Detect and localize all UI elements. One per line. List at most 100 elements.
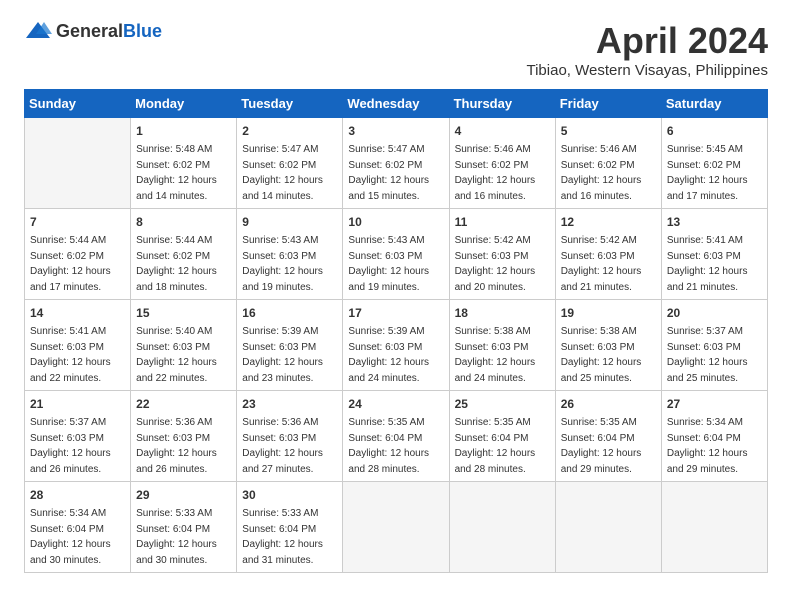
day-number: 20	[667, 304, 762, 322]
calendar-cell: 15 Sunrise: 5:40 AMSunset: 6:03 PMDayligh…	[131, 300, 237, 391]
calendar-cell	[25, 118, 131, 209]
day-info: Sunrise: 5:34 AMSunset: 6:04 PMDaylight:…	[30, 506, 125, 568]
calendar-cell: 4 Sunrise: 5:46 AMSunset: 6:02 PMDaylight…	[449, 118, 555, 209]
day-info: Sunrise: 5:45 AMSunset: 6:02 PMDaylight:…	[667, 142, 762, 204]
calendar-week-row: 1 Sunrise: 5:48 AMSunset: 6:02 PMDaylight…	[25, 118, 768, 209]
day-number: 18	[455, 304, 550, 322]
day-number: 2	[242, 122, 337, 140]
day-info: Sunrise: 5:39 AMSunset: 6:03 PMDaylight:…	[242, 324, 337, 386]
day-info: Sunrise: 5:46 AMSunset: 6:02 PMDaylight:…	[561, 142, 656, 204]
calendar-cell: 18Sunrise: 5:38 AMSunset: 6:03 PMDayligh…	[449, 300, 555, 391]
day-info: Sunrise: 5:44 AMSunset: 6:02 PMDaylight:…	[30, 233, 125, 295]
day-info: Sunrise: 5:43 AMSunset: 6:03 PMDaylight:…	[242, 233, 337, 295]
calendar-cell: 14Sunrise: 5:41 AMSunset: 6:03 PMDayligh…	[25, 300, 131, 391]
day-info: Sunrise: 5:36 AMSunset: 6:03 PMDaylight:…	[136, 415, 231, 477]
calendar-cell: 1 Sunrise: 5:48 AMSunset: 6:02 PMDaylight…	[131, 118, 237, 209]
day-number: 4	[455, 122, 550, 140]
day-info: Sunrise: 5:44 AMSunset: 6:02 PMDaylight:…	[136, 233, 231, 295]
calendar-cell: 16 Sunrise: 5:39 AMSunset: 6:03 PMDayligh…	[237, 300, 343, 391]
calendar-cell: 19 Sunrise: 5:38 AMSunset: 6:03 PMDayligh…	[555, 300, 661, 391]
day-number: 24	[348, 395, 443, 413]
calendar-cell: 27 Sunrise: 5:34 AMSunset: 6:04 PMDayligh…	[661, 391, 767, 482]
calendar-cell	[449, 482, 555, 573]
day-number: 23	[242, 395, 337, 413]
weekday-header-tuesday: Tuesday	[237, 90, 343, 118]
day-number: 29	[136, 486, 231, 504]
day-info: Sunrise: 5:36 AMSunset: 6:03 PMDaylight:…	[242, 415, 337, 477]
day-info: Sunrise: 5:42 AMSunset: 6:03 PMDaylight:…	[455, 233, 550, 295]
day-info: Sunrise: 5:35 AMSunset: 6:04 PMDaylight:…	[455, 415, 550, 477]
day-number: 22	[136, 395, 231, 413]
calendar-body: 1 Sunrise: 5:48 AMSunset: 6:02 PMDaylight…	[25, 118, 768, 573]
calendar-cell: 17 Sunrise: 5:39 AMSunset: 6:03 PMDayligh…	[343, 300, 449, 391]
day-info: Sunrise: 5:42 AMSunset: 6:03 PMDaylight:…	[561, 233, 656, 295]
day-info: Sunrise: 5:34 AMSunset: 6:04 PMDaylight:…	[667, 415, 762, 477]
day-info: Sunrise: 5:47 AMSunset: 6:02 PMDaylight:…	[242, 142, 337, 204]
day-number: 26	[561, 395, 656, 413]
calendar-week-row: 7 Sunrise: 5:44 AMSunset: 6:02 PMDaylight…	[25, 209, 768, 300]
weekday-header-friday: Friday	[555, 90, 661, 118]
day-info: Sunrise: 5:43 AMSunset: 6:03 PMDaylight:…	[348, 233, 443, 295]
day-number: 15	[136, 304, 231, 322]
day-number: 10	[348, 213, 443, 231]
calendar-cell: 13Sunrise: 5:41 AMSunset: 6:03 PMDayligh…	[661, 209, 767, 300]
day-number: 17	[348, 304, 443, 322]
calendar-header: SundayMondayTuesdayWednesdayThursdayFrid…	[25, 90, 768, 118]
calendar-cell: 8 Sunrise: 5:44 AMSunset: 6:02 PMDaylight…	[131, 209, 237, 300]
day-info: Sunrise: 5:39 AMSunset: 6:03 PMDaylight:…	[348, 324, 443, 386]
calendar-cell: 10 Sunrise: 5:43 AMSunset: 6:03 PMDayligh…	[343, 209, 449, 300]
day-number: 11	[455, 213, 550, 231]
day-info: Sunrise: 5:38 AMSunset: 6:03 PMDaylight:…	[561, 324, 656, 386]
day-info: Sunrise: 5:35 AMSunset: 6:04 PMDaylight:…	[348, 415, 443, 477]
logo-text: GeneralBlue	[56, 24, 162, 41]
calendar-cell	[555, 482, 661, 573]
day-info: Sunrise: 5:48 AMSunset: 6:02 PMDaylight:…	[136, 142, 231, 204]
calendar-cell: 28Sunrise: 5:34 AMSunset: 6:04 PMDayligh…	[25, 482, 131, 573]
calendar-week-row: 28Sunrise: 5:34 AMSunset: 6:04 PMDayligh…	[25, 482, 768, 573]
calendar-cell: 2 Sunrise: 5:47 AMSunset: 6:02 PMDaylight…	[237, 118, 343, 209]
weekday-header-row: SundayMondayTuesdayWednesdayThursdayFrid…	[25, 90, 768, 118]
calendar-cell: 11 Sunrise: 5:42 AMSunset: 6:03 PMDayligh…	[449, 209, 555, 300]
day-info: Sunrise: 5:40 AMSunset: 6:03 PMDaylight:…	[136, 324, 231, 386]
day-number: 25	[455, 395, 550, 413]
day-number: 19	[561, 304, 656, 322]
day-info: Sunrise: 5:33 AMSunset: 6:04 PMDaylight:…	[136, 506, 231, 568]
calendar-title: April 2024	[526, 20, 768, 62]
weekday-header-thursday: Thursday	[449, 90, 555, 118]
day-info: Sunrise: 5:37 AMSunset: 6:03 PMDaylight:…	[667, 324, 762, 386]
calendar-cell: 26Sunrise: 5:35 AMSunset: 6:04 PMDayligh…	[555, 391, 661, 482]
day-number: 7	[30, 213, 125, 231]
day-info: Sunrise: 5:37 AMSunset: 6:03 PMDaylight:…	[30, 415, 125, 477]
calendar-cell: 23 Sunrise: 5:36 AMSunset: 6:03 PMDayligh…	[237, 391, 343, 482]
day-number: 16	[242, 304, 337, 322]
weekday-header-wednesday: Wednesday	[343, 90, 449, 118]
calendar-cell: 3 Sunrise: 5:47 AMSunset: 6:02 PMDaylight…	[343, 118, 449, 209]
day-number: 5	[561, 122, 656, 140]
calendar-cell	[661, 482, 767, 573]
day-info: Sunrise: 5:46 AMSunset: 6:02 PMDaylight:…	[455, 142, 550, 204]
day-number: 3	[348, 122, 443, 140]
logo: GeneralBlue	[24, 20, 162, 42]
day-number: 8	[136, 213, 231, 231]
day-info: Sunrise: 5:47 AMSunset: 6:02 PMDaylight:…	[348, 142, 443, 204]
calendar-table: SundayMondayTuesdayWednesdayThursdayFrid…	[24, 89, 768, 573]
weekday-header-saturday: Saturday	[661, 90, 767, 118]
day-info: Sunrise: 5:41 AMSunset: 6:03 PMDaylight:…	[667, 233, 762, 295]
calendar-cell: 21 Sunrise: 5:37 AMSunset: 6:03 PMDayligh…	[25, 391, 131, 482]
day-number: 1	[136, 122, 231, 140]
day-number: 27	[667, 395, 762, 413]
weekday-header-sunday: Sunday	[25, 90, 131, 118]
calendar-subtitle: Tibiao, Western Visayas, Philippines	[526, 62, 768, 79]
calendar-cell: 22 Sunrise: 5:36 AMSunset: 6:03 PMDayligh…	[131, 391, 237, 482]
day-number: 6	[667, 122, 762, 140]
logo-icon	[24, 20, 52, 42]
day-number: 21	[30, 395, 125, 413]
calendar-cell: 30Sunrise: 5:33 AMSunset: 6:04 PMDayligh…	[237, 482, 343, 573]
calendar-cell: 25 Sunrise: 5:35 AMSunset: 6:04 PMDayligh…	[449, 391, 555, 482]
calendar-cell: 9Sunrise: 5:43 AMSunset: 6:03 PMDaylight…	[237, 209, 343, 300]
day-number: 14	[30, 304, 125, 322]
calendar-week-row: 14Sunrise: 5:41 AMSunset: 6:03 PMDayligh…	[25, 300, 768, 391]
calendar-cell: 6 Sunrise: 5:45 AMSunset: 6:02 PMDaylight…	[661, 118, 767, 209]
weekday-header-monday: Monday	[131, 90, 237, 118]
day-number: 30	[242, 486, 337, 504]
